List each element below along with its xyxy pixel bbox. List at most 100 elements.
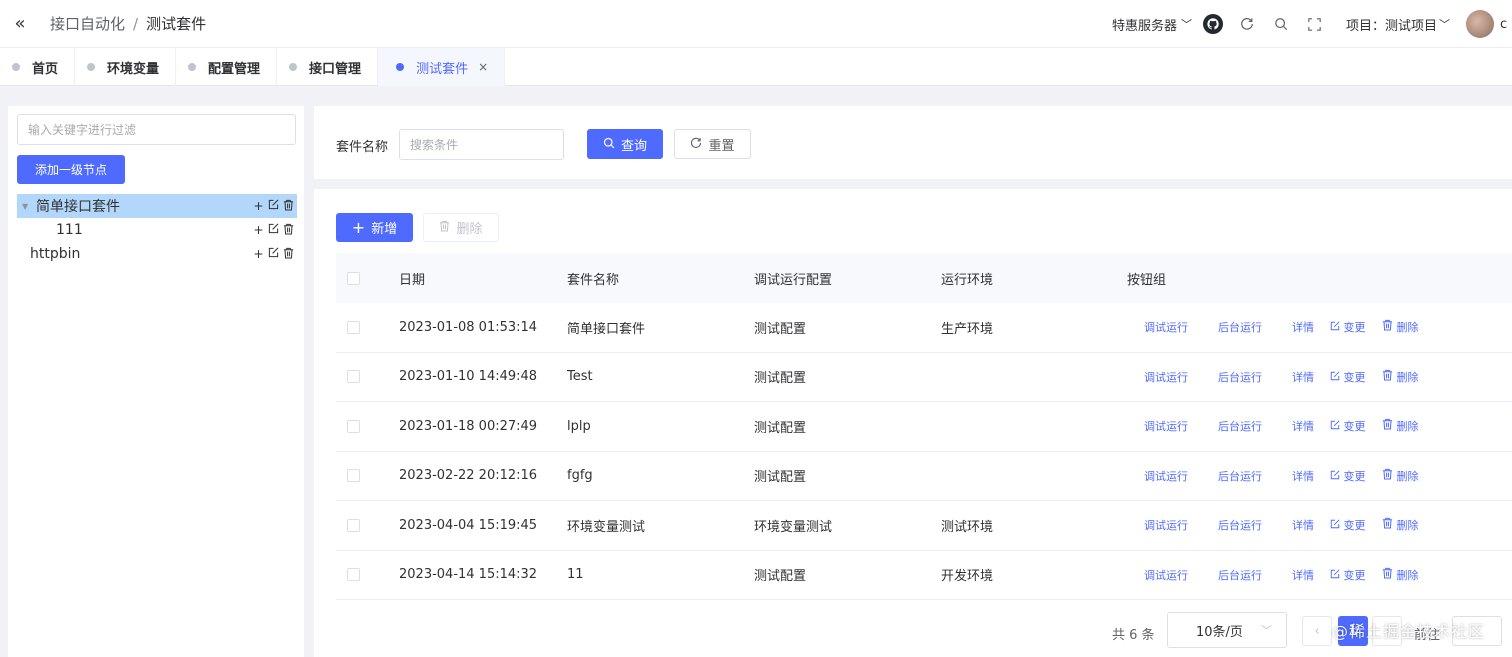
tab-config[interactable]: 配置管理 <box>176 48 278 86</box>
edit-icon[interactable] <box>267 223 280 238</box>
cell-env: 生产环境 <box>941 321 994 337</box>
cell-date: 2023-01-10 14:49:48 <box>399 369 538 385</box>
edit-icon[interactable] <box>267 247 280 262</box>
detail-link[interactable]: 详情 <box>1292 418 1330 434</box>
background-run-link[interactable]: 后台运行 <box>1218 567 1292 583</box>
prev-page-button[interactable]: ‹ <box>1302 616 1332 646</box>
cell-suite-name: 11 <box>567 567 584 583</box>
project-dropdown-label: 项目：测试项目 <box>1345 18 1437 34</box>
background-run-link[interactable]: 后台运行 <box>1218 418 1292 434</box>
cell-date: 2023-04-04 15:19:45 <box>399 517 538 533</box>
delete-link[interactable]: 删除 <box>1382 418 1442 434</box>
avatar[interactable] <box>1466 10 1494 38</box>
delete-icon[interactable] <box>282 199 295 214</box>
cell-config: 测试配置 <box>754 321 807 337</box>
tree-node[interactable]: httpbin + <box>17 242 297 266</box>
caret-down-icon[interactable]: ▼ <box>22 202 36 211</box>
edit-link-label: 变更 <box>1343 321 1366 335</box>
breadcrumb-item-test-suite: 测试套件 <box>146 15 207 33</box>
search-icon[interactable] <box>1264 0 1298 48</box>
edit-link[interactable]: 变更 <box>1330 369 1382 385</box>
edit-link[interactable]: 变更 <box>1330 319 1382 335</box>
select-all-checkbox[interactable] <box>347 271 360 285</box>
edit-link[interactable]: 变更 <box>1330 567 1382 583</box>
tree-node[interactable]: 111 + <box>17 218 297 242</box>
username[interactable]: c <box>1500 17 1512 32</box>
row-checkbox[interactable] <box>347 320 360 334</box>
delete-icon[interactable] <box>282 223 295 238</box>
github-link[interactable] <box>1196 0 1230 48</box>
tree-sidebar: 添加一级节点 ▼ 简单接口套件 + 111 + httpbin + <box>8 106 304 657</box>
edit-link[interactable]: 变更 <box>1330 418 1382 434</box>
reset-button[interactable]: 重置 <box>674 129 751 159</box>
table-row: 2023-01-10 14:49:48 Test 测试配置 调试运行 后台运行 详情 变更… <box>336 353 1512 402</box>
background-run-link[interactable]: 后台运行 <box>1218 369 1292 385</box>
detail-link[interactable]: 详情 <box>1292 567 1330 583</box>
top-header: « 接口自动化 / 测试套件 特惠服务器 ﹀ 项目：测试项目 ﹀ c <box>0 0 1512 48</box>
debug-run-link[interactable]: 调试运行 <box>1144 567 1218 583</box>
breadcrumb-item-api-automation[interactable]: 接口自动化 <box>50 13 125 34</box>
close-icon[interactable]: × <box>478 60 488 74</box>
add-root-node-button[interactable]: 添加一级节点 <box>17 155 125 184</box>
suite-name-search-input[interactable] <box>399 129 564 160</box>
background-run-link[interactable]: 后台运行 <box>1218 468 1292 484</box>
detail-link[interactable]: 详情 <box>1292 319 1330 335</box>
cell-env: 测试环境 <box>941 519 994 535</box>
edit-icon <box>1330 519 1340 532</box>
detail-link[interactable]: 详情 <box>1292 468 1330 484</box>
refresh-icon[interactable] <box>1230 0 1264 48</box>
add-suite-button[interactable]: + 新增 <box>336 213 413 242</box>
delete-link-label: 删除 <box>1396 519 1419 533</box>
delete-link-label: 删除 <box>1396 370 1419 384</box>
server-dropdown[interactable]: 特惠服务器 ﹀ <box>1112 15 1192 34</box>
delete-link[interactable]: 删除 <box>1382 468 1442 484</box>
add-icon[interactable]: + <box>252 247 265 262</box>
tab-api[interactable]: 接口管理 <box>277 48 379 86</box>
project-dropdown[interactable]: 项目：测试项目 ﹀ <box>1346 15 1450 34</box>
tree-node[interactable]: ▼ 简单接口套件 + <box>17 194 297 218</box>
background-run-link[interactable]: 后台运行 <box>1218 319 1292 335</box>
tab-dot <box>87 63 96 71</box>
debug-run-link[interactable]: 调试运行 <box>1144 418 1218 434</box>
collapse-sidebar-icon[interactable]: « <box>0 0 40 48</box>
delete-link[interactable]: 删除 <box>1382 567 1442 583</box>
edit-link[interactable]: 变更 <box>1330 517 1382 533</box>
row-checkbox[interactable] <box>347 370 360 384</box>
tree-filter-input[interactable] <box>17 114 296 145</box>
add-suite-button-label: 新增 <box>371 222 398 237</box>
plus-icon: + <box>351 218 366 237</box>
row-checkbox[interactable] <box>347 568 360 582</box>
cell-actions: 调试运行 后台运行 详情 变更 删除 <box>1127 468 1512 484</box>
debug-run-link[interactable]: 调试运行 <box>1144 319 1218 335</box>
tab-test-suite[interactable]: 测试套件 × <box>378 48 506 86</box>
cell-date: 2023-01-08 01:53:14 <box>399 319 538 335</box>
page-size-select[interactable]: 10条/页 ﹀ <box>1167 612 1287 648</box>
delete-link-label: 删除 <box>1396 568 1419 582</box>
detail-link[interactable]: 详情 <box>1292 517 1330 533</box>
debug-run-link[interactable]: 调试运行 <box>1144 369 1218 385</box>
add-icon[interactable]: + <box>252 199 265 214</box>
delete-link[interactable]: 删除 <box>1382 369 1442 385</box>
tab-env-vars[interactable]: 环境变量 <box>75 48 177 86</box>
add-icon[interactable]: + <box>252 223 265 238</box>
fullscreen-icon[interactable] <box>1298 0 1332 48</box>
delete-icon[interactable] <box>282 247 295 262</box>
cell-actions: 调试运行 后台运行 详情 变更 删除 <box>1127 369 1512 385</box>
row-checkbox[interactable] <box>347 419 360 433</box>
debug-run-link[interactable]: 调试运行 <box>1144 517 1218 533</box>
background-run-link[interactable]: 后台运行 <box>1218 517 1292 533</box>
tab-home[interactable]: 首页 <box>0 48 76 86</box>
delete-link[interactable]: 删除 <box>1382 319 1442 335</box>
watermark: @稀土掘金技术社区 <box>1332 622 1486 641</box>
search-icon <box>603 137 615 152</box>
detail-link[interactable]: 详情 <box>1292 369 1330 385</box>
query-button[interactable]: 查询 <box>587 129 663 159</box>
row-checkbox[interactable] <box>347 469 360 483</box>
batch-delete-button[interactable]: 删除 <box>423 213 499 242</box>
row-checkbox[interactable] <box>347 518 360 532</box>
edit-link[interactable]: 变更 <box>1330 468 1382 484</box>
debug-run-link[interactable]: 调试运行 <box>1144 468 1218 484</box>
edit-icon[interactable] <box>267 199 280 214</box>
delete-link[interactable]: 删除 <box>1382 517 1442 533</box>
tabs-bar: 首页 环境变量 配置管理 接口管理 测试套件 × <box>0 48 1512 86</box>
